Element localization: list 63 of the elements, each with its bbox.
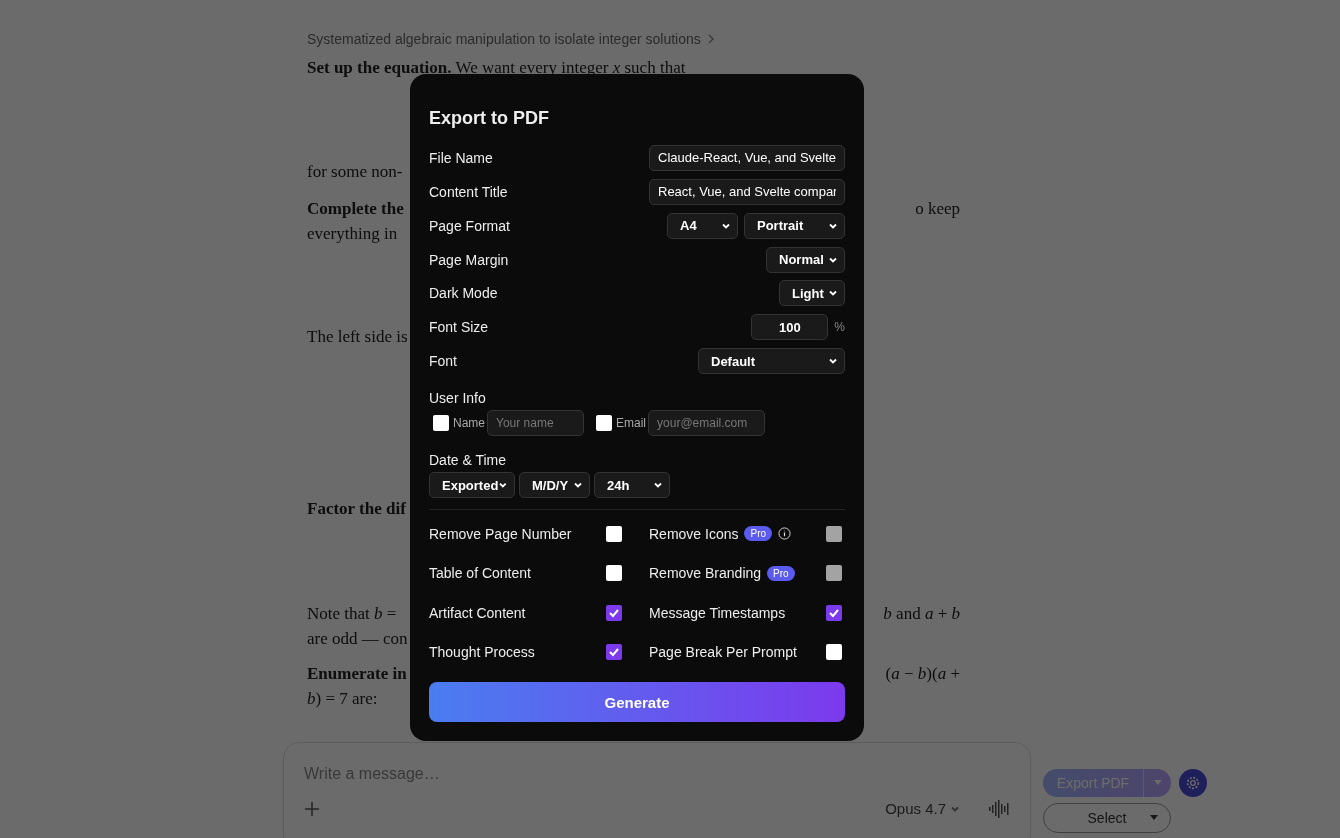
paragraph-text: Complete the xyxy=(307,198,404,220)
field-label: Content Title xyxy=(429,183,508,200)
generate-button[interactable]: Generate xyxy=(429,682,845,722)
select-dropdown[interactable]: 24h xyxy=(594,472,670,499)
checkbox[interactable] xyxy=(606,604,622,621)
chevron-right-icon xyxy=(706,34,715,44)
field-label: File Name xyxy=(429,149,493,166)
checkbox[interactable] xyxy=(606,525,622,542)
caret-icon xyxy=(1150,815,1158,821)
paragraph-text: (a − b)(a + xyxy=(885,663,960,685)
checkbox[interactable] xyxy=(606,565,622,582)
field-label: Name xyxy=(453,416,485,431)
select-dropdown[interactable]: Normal xyxy=(766,246,845,273)
paragraph-text: b and a + b xyxy=(883,603,960,625)
pro-badge: Pro xyxy=(767,565,795,581)
option-label: Thought Process xyxy=(429,644,535,661)
checkbox[interactable] xyxy=(826,644,842,661)
option-label: Page Break Per Prompt xyxy=(649,644,797,661)
select-dropdown[interactable]: A4 xyxy=(667,212,738,239)
text-field[interactable]: your@email.com xyxy=(648,410,766,437)
dialog-title: Export to PDF xyxy=(429,108,550,129)
option-label: Remove Branding xyxy=(649,565,762,582)
option-label: Table of Content xyxy=(429,565,531,582)
paragraph-text: for some non- xyxy=(307,161,403,183)
field-label: Email xyxy=(616,416,647,431)
paragraph-text: Note that b = xyxy=(307,603,397,625)
paragraph-text: are odd — con xyxy=(307,628,408,650)
checkbox[interactable] xyxy=(596,415,612,432)
select-dropdown[interactable]: Default xyxy=(698,348,845,375)
option-label: Remove Page Number xyxy=(429,525,572,542)
checkbox[interactable] xyxy=(826,604,842,621)
field-label: Page Margin xyxy=(429,251,509,268)
unit-text: % xyxy=(834,320,845,335)
select-dropdown[interactable]: Portrait xyxy=(744,212,845,239)
check-icon xyxy=(608,646,620,659)
field-label: Dark Mode xyxy=(429,285,498,302)
settings-icon xyxy=(1185,775,1201,791)
checkbox[interactable] xyxy=(606,644,622,661)
text-field[interactable]: Your name xyxy=(487,410,584,437)
select-dropdown[interactable]: M/D/Y xyxy=(519,472,590,499)
paragraph-text: o keep xyxy=(915,198,960,220)
option-label: Message Timestamps xyxy=(649,604,786,621)
option-label: Artifact Content xyxy=(429,604,526,621)
paragraph-text: The left side is xyxy=(307,326,408,348)
pro-badge: Pro xyxy=(744,526,773,542)
caret-icon xyxy=(1153,780,1162,786)
settings-button[interactable] xyxy=(1179,769,1207,797)
paragraph-text: Enumerate in xyxy=(307,663,407,685)
field-label: Page Format xyxy=(429,217,510,234)
section-label: User Info xyxy=(429,390,486,407)
paragraph-text: everything in xyxy=(307,223,398,245)
checkbox[interactable] xyxy=(433,415,449,432)
paragraph-text: Factor the dif xyxy=(307,498,406,520)
number-field[interactable]: 100 xyxy=(751,314,829,341)
section-label: Date & Time xyxy=(429,452,507,469)
select-dropdown[interactable]: Light xyxy=(779,280,845,307)
paragraph-text: b) = 7 are: xyxy=(307,688,378,710)
field-label: Font xyxy=(429,353,457,370)
field-label: Font Size xyxy=(429,319,489,336)
waveform-icon[interactable] xyxy=(988,799,1010,818)
text-field[interactable]: Claude-React, Vue, and Svelte xyxy=(649,144,845,171)
option-label: Remove Icons xyxy=(649,525,739,542)
select-dropdown[interactable]: Exported xyxy=(429,472,515,499)
